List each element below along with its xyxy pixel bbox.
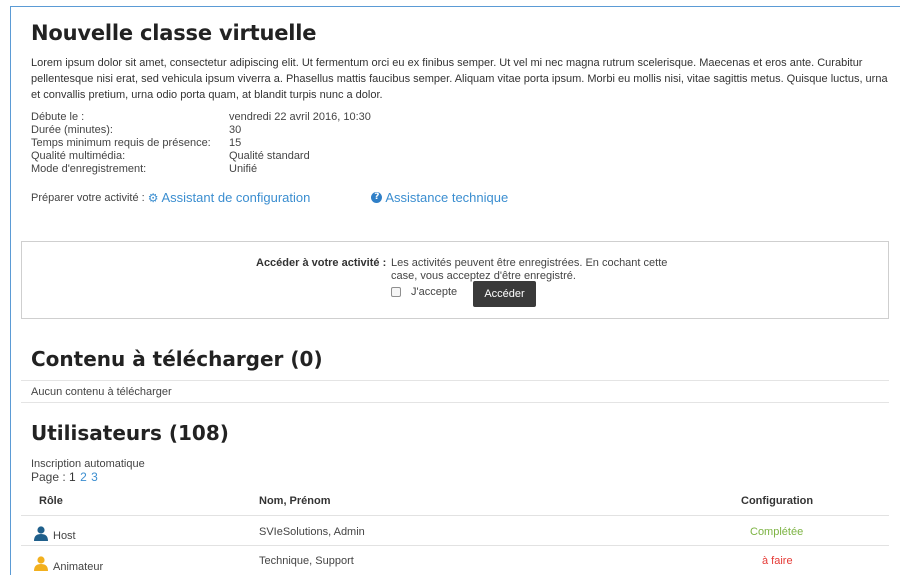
checkbox-box[interactable] bbox=[391, 287, 401, 297]
page-1-current: 1 bbox=[69, 470, 76, 484]
divider bbox=[21, 402, 889, 403]
config-wizard-label: Assistant de configuration bbox=[161, 190, 311, 205]
no-downloads-text: Aucun contenu à télécharger bbox=[31, 386, 172, 398]
activity-details: Débute le : vendredi 22 avril 2016, 10:3… bbox=[31, 111, 900, 176]
gear-icon: ⚙ bbox=[147, 190, 159, 205]
prepare-row: Préparer votre activité : ⚙ Assistant de… bbox=[31, 190, 900, 205]
config-wizard-link[interactable]: ⚙ Assistant de configuration bbox=[145, 190, 311, 205]
tech-support-label: Assistance technique bbox=[385, 190, 509, 205]
access-panel: Accéder à votre activité : Les activités… bbox=[21, 241, 889, 319]
main-content: Nouvelle classe virtuelle Lorem ipsum do… bbox=[31, 21, 900, 205]
detail-value: Unifié bbox=[229, 163, 258, 175]
detail-label: Durée (minutes): bbox=[31, 124, 113, 136]
checkbox-label: J'accepte bbox=[411, 286, 458, 298]
page-frame: Nouvelle classe virtuelle Lorem ipsum do… bbox=[10, 6, 900, 575]
col-header-config[interactable]: Configuration bbox=[741, 495, 813, 507]
detail-label: Mode d'enregistrement: bbox=[31, 163, 147, 175]
tech-support-link[interactable]: ? Assistance technique bbox=[371, 190, 508, 205]
user-name: SVIeSolutions, Admin bbox=[259, 526, 365, 538]
detail-min-presence: Temps minimum requis de présence: 15 bbox=[31, 137, 900, 150]
users-heading: Utilisateurs (108) bbox=[31, 421, 229, 445]
recording-notice: Les activités peuvent être enregistrées.… bbox=[391, 257, 668, 282]
detail-quality: Qualité multimédia: Qualité standard bbox=[31, 150, 900, 163]
col-header-name[interactable]: Nom, Prénom bbox=[259, 495, 331, 507]
config-status: Complétée bbox=[750, 526, 804, 538]
detail-recording-mode: Mode d'enregistrement: Unifié bbox=[31, 163, 900, 176]
config-status: à faire bbox=[762, 555, 793, 567]
access-button[interactable]: Accéder bbox=[473, 281, 536, 307]
user-role: Host bbox=[53, 530, 76, 542]
detail-label: Débute le : bbox=[31, 111, 85, 123]
accept-recording-checkbox[interactable]: J'accepte bbox=[391, 286, 457, 298]
col-header-role[interactable]: Rôle bbox=[39, 495, 63, 507]
table-row: Animateur Technique, Support à faire bbox=[21, 545, 889, 575]
page-3-link[interactable]: 3 bbox=[91, 470, 98, 484]
detail-value: 30 bbox=[229, 124, 242, 136]
detail-start: Débute le : vendredi 22 avril 2016, 10:3… bbox=[31, 111, 900, 124]
enrolment-text: Inscription automatique bbox=[31, 458, 145, 470]
user-role: Animateur bbox=[53, 561, 104, 573]
page-2-link[interactable]: 2 bbox=[80, 470, 87, 484]
user-icon bbox=[34, 556, 48, 571]
user-name: Technique, Support bbox=[259, 555, 354, 567]
page-title: Nouvelle classe virtuelle bbox=[31, 21, 317, 45]
table-row: Host SVIeSolutions, Admin Complétée bbox=[21, 515, 889, 545]
question-circle-icon: ? bbox=[371, 192, 383, 203]
divider bbox=[21, 380, 889, 381]
detail-label: Temps minimum requis de présence: bbox=[31, 137, 211, 149]
detail-value: 15 bbox=[229, 137, 242, 149]
user-icon bbox=[34, 526, 48, 541]
pagination: Page : 1 2 3 bbox=[31, 470, 98, 484]
detail-label: Qualité multimédia: bbox=[31, 150, 126, 162]
detail-value: Qualité standard bbox=[229, 150, 310, 162]
downloads-heading: Contenu à télécharger (0) bbox=[31, 347, 323, 371]
page-label: Page : bbox=[31, 470, 66, 484]
detail-duration: Durée (minutes): 30 bbox=[31, 124, 900, 137]
activity-description: Lorem ipsum dolor sit amet, consectetur … bbox=[31, 57, 888, 101]
detail-value: vendredi 22 avril 2016, 10:30 bbox=[229, 111, 371, 123]
prepare-label: Préparer votre activité : bbox=[31, 191, 145, 204]
access-label: Accéder à votre activité : bbox=[256, 257, 387, 269]
